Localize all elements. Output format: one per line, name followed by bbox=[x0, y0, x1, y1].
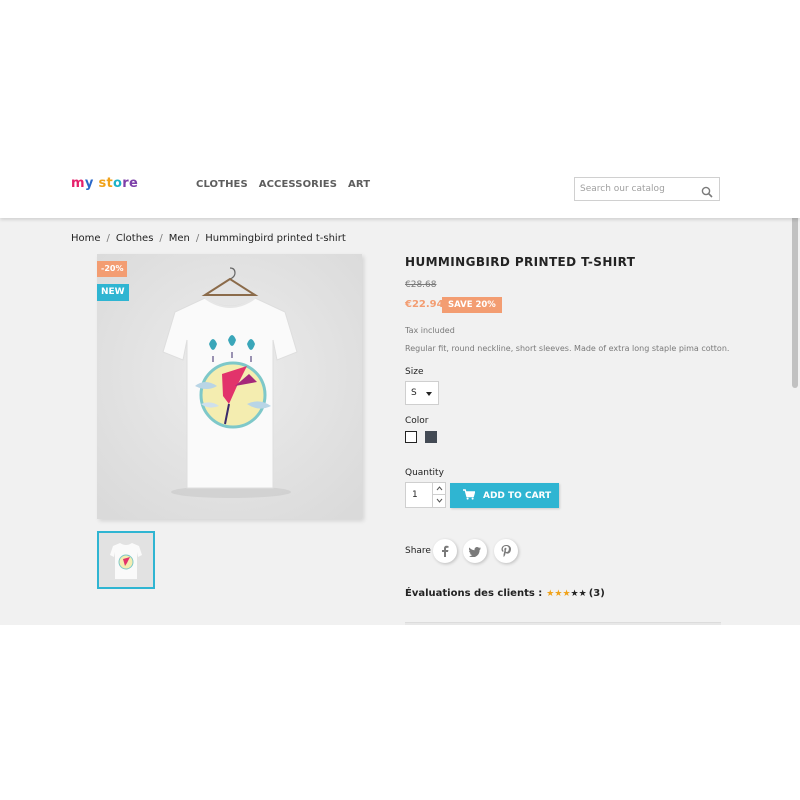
color-swatch-dark[interactable] bbox=[425, 431, 437, 443]
size-select[interactable]: S bbox=[405, 381, 439, 405]
quantity-input[interactable] bbox=[412, 489, 432, 501]
product-main-image[interactable] bbox=[97, 254, 362, 519]
breadcrumb-separator: / bbox=[195, 233, 200, 244]
star-icon: ★ bbox=[546, 588, 555, 599]
breadcrumb-separator: / bbox=[106, 233, 110, 244]
size-value: S bbox=[411, 388, 417, 398]
breadcrumb-men[interactable]: Men bbox=[169, 233, 190, 244]
main-nav: CLOTHES ACCESSORIES ART bbox=[196, 179, 370, 190]
nav-item-clothes[interactable]: CLOTHES bbox=[196, 179, 248, 190]
customer-reviews: Évaluations des clients : ★ ★ ★ ★ ★ (3) bbox=[405, 588, 605, 599]
product-description: Regular fit, round neckline, short sleev… bbox=[405, 344, 730, 353]
search-icon[interactable] bbox=[701, 183, 713, 198]
add-to-cart-button[interactable]: ADD TO CART bbox=[450, 483, 559, 508]
twitter-icon bbox=[468, 542, 481, 561]
breadcrumb-separator: / bbox=[159, 233, 163, 244]
regular-price: €28.68 bbox=[405, 280, 437, 290]
site-header: my store CLOTHES ACCESSORIES ART bbox=[0, 175, 800, 218]
reviews-panel bbox=[405, 622, 721, 625]
save-badge: SAVE 20% bbox=[442, 297, 502, 313]
discount-badge: -20% bbox=[97, 261, 128, 277]
facebook-share-button[interactable] bbox=[433, 539, 457, 563]
new-badge: NEW bbox=[97, 284, 129, 301]
twitter-share-button[interactable] bbox=[463, 539, 487, 563]
reviews-count[interactable]: (3) bbox=[589, 588, 605, 599]
star-icon: ★ bbox=[562, 588, 571, 599]
color-swatch-white[interactable] bbox=[405, 431, 417, 443]
size-label: Size bbox=[405, 367, 424, 377]
quantity-label: Quantity bbox=[405, 468, 444, 478]
search-input[interactable] bbox=[580, 182, 692, 196]
increment-button[interactable] bbox=[432, 483, 445, 495]
product-title: HUMMINGBIRD PRINTED T-SHIRT bbox=[405, 255, 636, 269]
nav-item-art[interactable]: ART bbox=[348, 179, 370, 190]
breadcrumb-current[interactable]: Hummingbird printed t-shirt bbox=[205, 233, 345, 244]
current-price: €22.94 bbox=[405, 299, 444, 310]
search-box bbox=[574, 177, 720, 201]
decrement-button[interactable] bbox=[432, 495, 445, 507]
share-label: Share bbox=[405, 546, 431, 556]
product-thumbnail[interactable] bbox=[97, 531, 155, 589]
chevron-up-icon bbox=[436, 486, 443, 491]
cart-icon bbox=[463, 488, 476, 503]
reviews-label: Évaluations des clients : bbox=[405, 588, 543, 599]
nav-item-accessories[interactable]: ACCESSORIES bbox=[259, 179, 337, 190]
breadcrumb-clothes[interactable]: Clothes bbox=[116, 233, 154, 244]
star-rating: ★ ★ ★ ★ ★ bbox=[546, 589, 586, 599]
breadcrumb-home[interactable]: Home bbox=[71, 233, 101, 244]
pinterest-share-button[interactable] bbox=[494, 539, 518, 563]
color-label: Color bbox=[405, 416, 429, 426]
chevron-down-icon bbox=[426, 392, 432, 396]
page-frame: my store CLOTHES ACCESSORIES ART Home / … bbox=[0, 175, 800, 625]
store-logo[interactable]: my store bbox=[71, 176, 138, 191]
star-icon: ★ bbox=[578, 588, 587, 599]
facebook-icon bbox=[440, 542, 450, 561]
add-to-cart-label: ADD TO CART bbox=[483, 490, 552, 501]
tax-label: Tax included bbox=[405, 326, 455, 335]
star-icon: ★ bbox=[570, 588, 579, 599]
scrollbar[interactable] bbox=[792, 203, 798, 388]
pinterest-icon bbox=[501, 542, 511, 561]
quantity-stepper bbox=[405, 482, 446, 508]
star-icon: ★ bbox=[554, 588, 563, 599]
breadcrumb: Home / Clothes / Men / Hummingbird print… bbox=[71, 233, 346, 244]
chevron-down-icon bbox=[436, 498, 443, 503]
